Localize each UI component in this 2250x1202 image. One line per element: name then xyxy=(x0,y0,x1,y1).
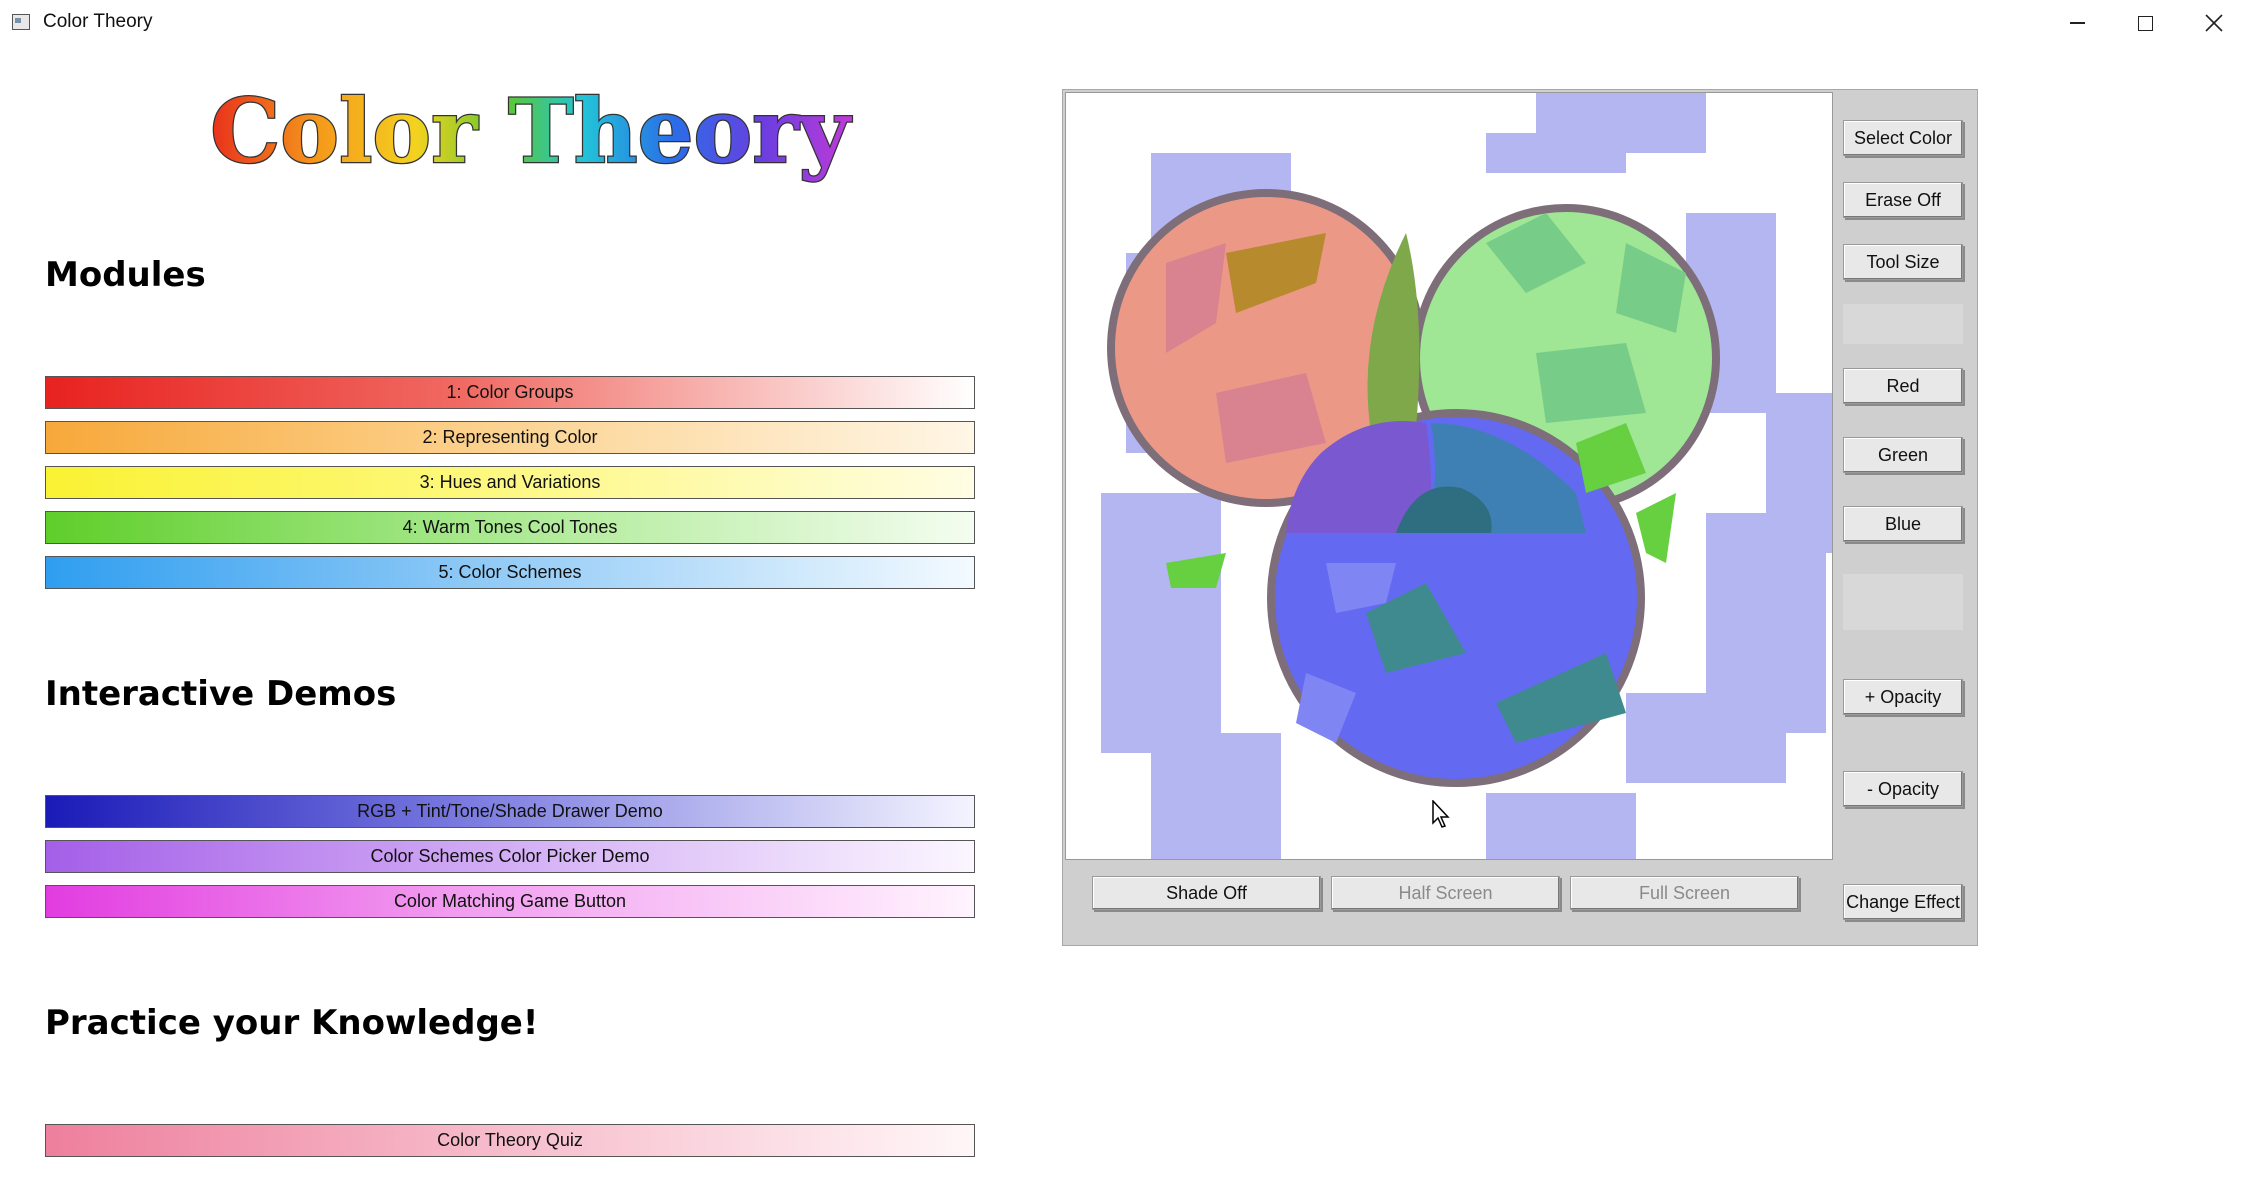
drawing-canvas[interactable] xyxy=(1065,92,1833,860)
minimize-icon xyxy=(2069,22,2085,24)
rgb-drawer-demo-button[interactable]: RGB + Tint/Tone/Shade Drawer Demo xyxy=(45,795,975,828)
module-representing-color-button[interactable]: 2: Representing Color xyxy=(45,421,975,454)
logo-text: Color Theory xyxy=(210,80,852,183)
green-button[interactable]: Green xyxy=(1843,437,1963,473)
maximize-button[interactable] xyxy=(2111,0,2179,46)
close-button[interactable] xyxy=(2180,0,2248,46)
shade-toggle-button[interactable]: Shade Off xyxy=(1092,876,1321,910)
increase-opacity-button[interactable]: + Opacity xyxy=(1843,679,1963,715)
maximize-icon xyxy=(2137,15,2153,31)
mouse-cursor-icon xyxy=(1432,800,1450,828)
color-theory-quiz-button[interactable]: Color Theory Quiz xyxy=(45,1124,975,1157)
minimize-button[interactable] xyxy=(2043,0,2111,46)
change-effect-button[interactable]: Change Effect xyxy=(1843,884,1963,920)
app-icon xyxy=(12,14,30,30)
color-theory-logo: Color Theory xyxy=(150,78,910,190)
full-screen-button[interactable]: Full Screen xyxy=(1570,876,1799,910)
color-matching-game-button[interactable]: Color Matching Game Button xyxy=(45,885,975,918)
module-warm-cool-tones-button[interactable]: 4: Warm Tones Cool Tones xyxy=(45,511,975,544)
color-picker-demo-button[interactable]: Color Schemes Color Picker Demo xyxy=(45,840,975,873)
module-color-schemes-button[interactable]: 5: Color Schemes xyxy=(45,556,975,589)
practice-heading: Practice your Knowledge! xyxy=(45,1003,539,1043)
half-screen-button[interactable]: Half Screen xyxy=(1331,876,1560,910)
module-color-groups-button[interactable]: 1: Color Groups xyxy=(45,376,975,409)
canvas-drawing xyxy=(1101,93,1832,859)
select-color-button[interactable]: Select Color xyxy=(1843,120,1963,156)
decrease-opacity-button[interactable]: - Opacity xyxy=(1843,771,1963,807)
close-icon xyxy=(2205,14,2223,32)
demos-heading: Interactive Demos xyxy=(45,674,397,714)
tool-size-button[interactable]: Tool Size xyxy=(1843,244,1963,280)
title-bar: Color Theory xyxy=(0,0,2250,46)
red-button[interactable]: Red xyxy=(1843,368,1963,404)
window-title: Color Theory xyxy=(43,11,153,32)
erase-toggle-button[interactable]: Erase Off xyxy=(1843,182,1963,218)
module-hues-variations-button[interactable]: 3: Hues and Variations xyxy=(45,466,975,499)
empty-slot xyxy=(1843,304,1963,344)
blue-button[interactable]: Blue xyxy=(1843,506,1963,542)
empty-slot xyxy=(1843,574,1963,630)
modules-heading: Modules xyxy=(45,255,206,295)
